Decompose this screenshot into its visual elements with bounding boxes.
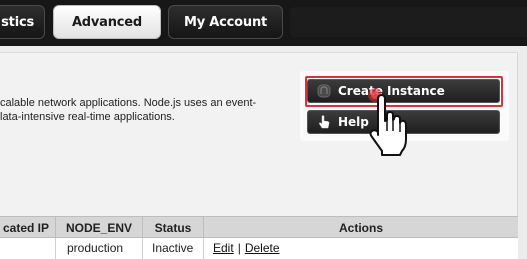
table-header: cated IP NODE_ENV Status Actions <box>0 216 518 239</box>
edit-link[interactable]: Edit <box>213 241 234 255</box>
cell-node-env: production <box>56 238 143 259</box>
hand-pointer-cursor-icon <box>368 88 407 156</box>
help-label: Help <box>338 115 369 129</box>
tab-statistics[interactable]: stics <box>0 5 45 39</box>
column-header-status: Status <box>143 217 204 239</box>
column-header-actions: Actions <box>338 221 383 235</box>
tab-advanced[interactable]: Advanced <box>53 5 161 39</box>
cell-actions: Edit | Delete <box>204 238 518 259</box>
top-tab-bar: stics Advanced My Account <box>0 0 527 46</box>
column-header-ip: cated IP <box>0 217 56 239</box>
app-description: calable network applications. Node.js us… <box>0 96 256 124</box>
tab-statistics-label: stics <box>1 14 34 30</box>
column-header-node-env: NODE_ENV <box>56 217 143 239</box>
description-line-1: calable network applications. Node.js us… <box>0 97 257 109</box>
tab-my-account[interactable]: My Account <box>168 5 283 39</box>
cell-ip <box>0 238 56 259</box>
cell-status: Inactive <box>143 238 204 259</box>
tab-advanced-label: Advanced <box>71 14 143 30</box>
delete-link[interactable]: Delete <box>245 241 280 255</box>
hand-pointer-icon <box>319 115 330 129</box>
description-line-2: lata-intensive real-time applications. <box>0 111 175 123</box>
table-row: production Inactive Edit | Delete <box>0 238 518 259</box>
action-separator: | <box>237 241 241 255</box>
tabbar-filler <box>290 7 527 37</box>
tab-my-account-label: My Account <box>183 14 268 30</box>
